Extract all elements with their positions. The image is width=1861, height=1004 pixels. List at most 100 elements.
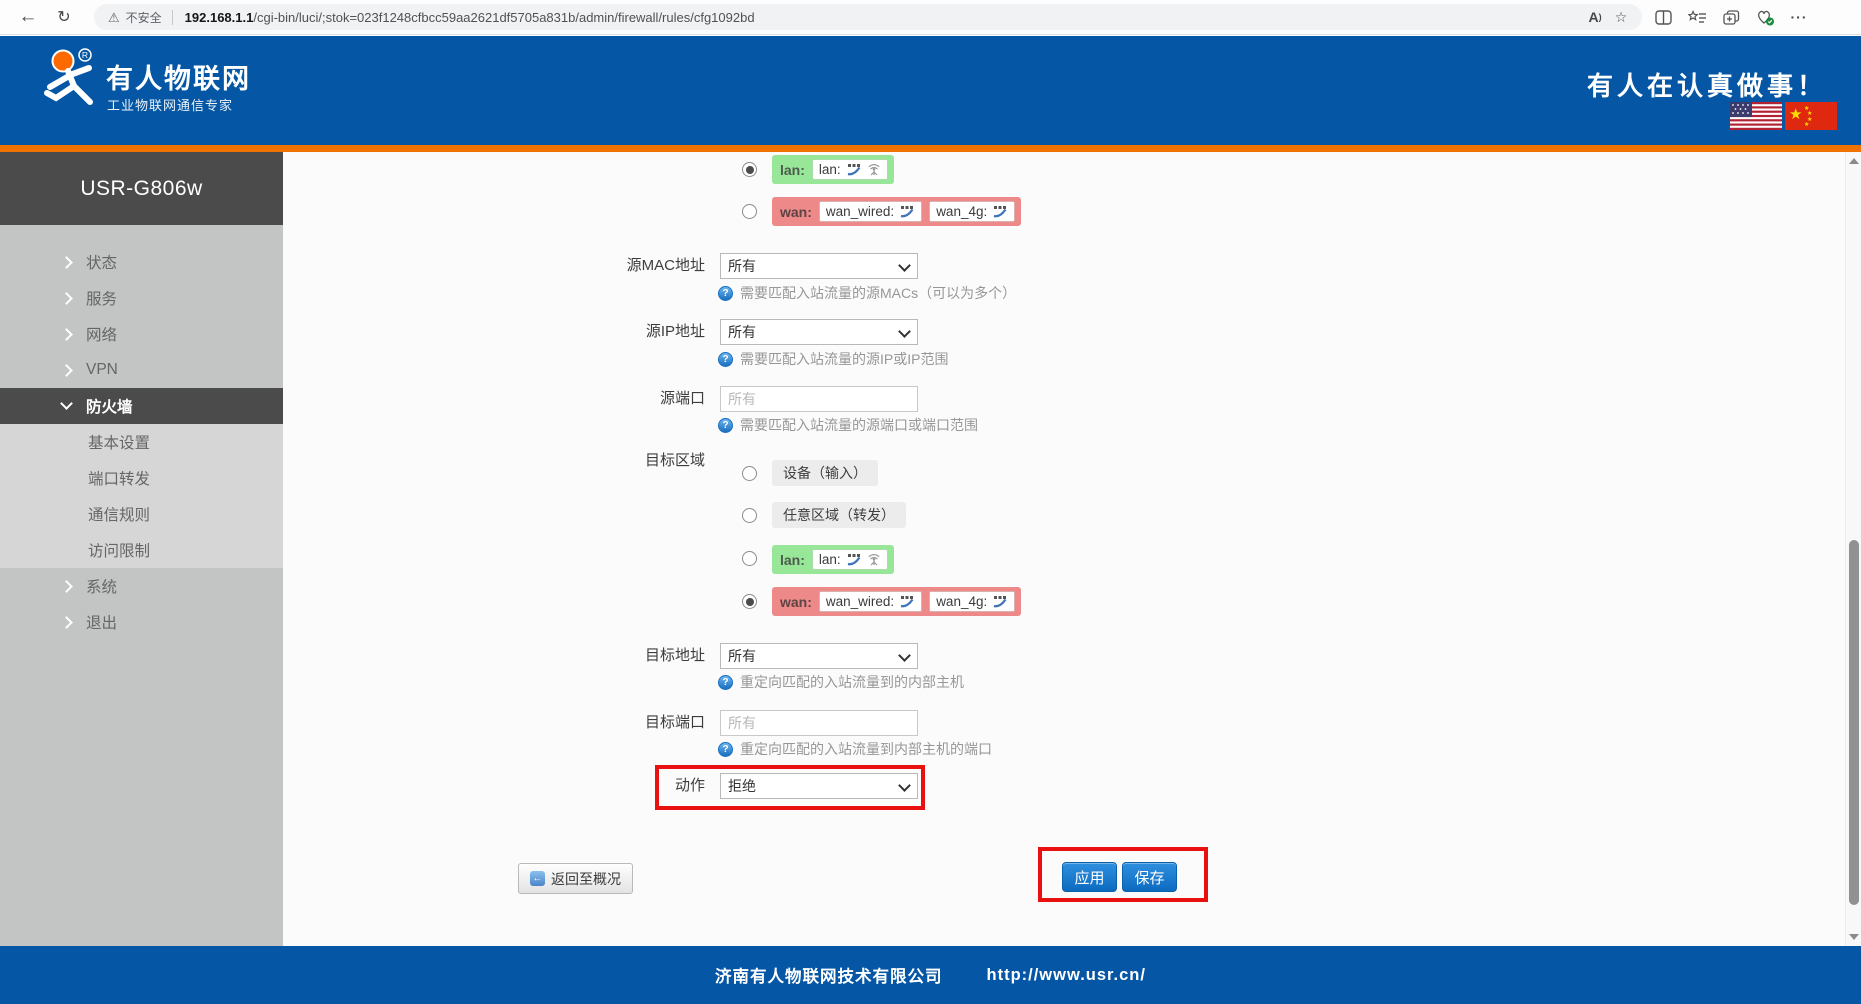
save-button[interactable]: 保存: [1122, 862, 1177, 892]
sidebar-item-access-restriction[interactable]: 访问限制: [0, 532, 283, 568]
sidebar-item-logout[interactable]: 退出: [0, 604, 283, 640]
not-secure-label[interactable]: 不安全: [126, 9, 162, 26]
zone-name: wan:: [780, 203, 812, 220]
sidebar-item-basic-settings[interactable]: 基本设置: [0, 424, 283, 460]
back-to-overview-button[interactable]: ← 返回至概况: [518, 863, 633, 894]
sidebar-item-services[interactable]: 服务: [0, 280, 283, 316]
sidebar-item-firewall[interactable]: 防火墙: [0, 388, 283, 424]
url-text[interactable]: 192.168.1.1/cgi-bin/luci/;stok=023f1248c…: [185, 10, 1582, 25]
src-ip-label: 源IP地址: [645, 323, 705, 340]
split-screen-icon[interactable]: [1652, 4, 1674, 30]
network-box-lan: lan:: [811, 159, 888, 180]
source-zone-wan-tag: wan: wan_wired: wan_4g:: [772, 197, 1022, 226]
language-flags: ★ ★ ★ ★ ★: [1730, 102, 1837, 130]
brand-title: 有人物联网: [106, 64, 251, 94]
usr-logo-icon: R: [44, 48, 93, 105]
ethernet-icon: [900, 206, 914, 218]
dest-zone-lan-radio[interactable]: [742, 551, 757, 566]
favorite-star-icon[interactable]: ☆: [1608, 4, 1634, 30]
src-ip-select[interactable]: 所有: [720, 319, 918, 345]
dest-zone-wan-radio[interactable]: [742, 594, 757, 609]
dest-zone-lan-tag: lan: lan:: [772, 545, 894, 574]
network-box-wan-4g: wan_4g:: [929, 591, 1016, 612]
read-aloud-icon[interactable]: A): [1582, 4, 1608, 30]
scroll-up-icon[interactable]: [1849, 158, 1859, 164]
back-arrow-icon: ←: [530, 871, 545, 886]
url-host: 192.168.1.1: [184, 9, 254, 25]
help-icon: ?: [718, 285, 733, 301]
dest-zone-label: 目标区域: [644, 452, 705, 469]
source-zone-wan-radio[interactable]: [742, 204, 757, 219]
accent-divider: [0, 145, 1861, 152]
network-box-wan-wired: wan_wired:: [818, 591, 923, 612]
chevron-down-icon: [60, 397, 73, 410]
ethernet-icon: [847, 554, 861, 566]
browser-toolbar: ← ↻ ⚠ 不安全 192.168.1.1/cgi-bin/luci/;stok…: [0, 0, 1861, 35]
src-port-input[interactable]: [720, 386, 918, 412]
footer-company: 济南有人物联网技术有限公司: [715, 968, 943, 986]
address-divider: [171, 9, 173, 25]
sidebar: USR-G806w 状态 服务 网络 VPN 防火墙 基本设置 端口转发 通信规…: [0, 152, 283, 946]
help-icon: ?: [718, 674, 733, 690]
action-select[interactable]: 拒绝: [720, 773, 918, 799]
site-header: R 有人物联网 工业物联网通信专家 有人在认真做事！ ★ ★ ★ ★ ★: [0, 36, 1861, 145]
help-icon: ?: [718, 741, 733, 757]
device-name: USR-G806w: [0, 152, 283, 225]
svg-text:★: ★: [1807, 110, 1812, 117]
sidebar-item-port-forwarding[interactable]: 端口转发: [0, 460, 283, 496]
not-secure-warning-icon: ⚠: [108, 9, 120, 25]
footer-website-link[interactable]: http://www.usr.cn/: [987, 966, 1146, 985]
browser-back-icon[interactable]: ←: [14, 4, 42, 30]
apply-button[interactable]: 应用: [1062, 862, 1117, 892]
page-scrollbar[interactable]: [1845, 152, 1861, 946]
sidebar-item-status[interactable]: 状态: [0, 244, 283, 280]
browser-menu-icon[interactable]: ···: [1788, 4, 1810, 30]
favorites-bar-icon[interactable]: [1686, 4, 1708, 30]
chevron-right-icon: [60, 255, 73, 269]
collections-icon[interactable]: [1720, 4, 1742, 30]
help-icon: ?: [718, 417, 733, 433]
dest-ip-label: 目标地址: [644, 647, 705, 664]
ethernet-icon: [993, 596, 1007, 608]
scroll-down-icon[interactable]: [1849, 934, 1859, 940]
src-port-help: ? 需要匹配入站流量的源端口或端口范围: [718, 417, 978, 433]
header-slogan: 有人在认真做事！: [1586, 71, 1827, 101]
dest-zone-device-radio[interactable]: [742, 466, 757, 481]
zone-name: wan:: [780, 593, 812, 610]
zone-name: lan:: [780, 551, 805, 568]
ethernet-icon: [900, 596, 914, 608]
us-flag-icon[interactable]: [1730, 102, 1782, 130]
network-box-lan: lan:: [811, 549, 888, 570]
wifi-icon: [868, 554, 880, 566]
src-port-label: 源端口: [659, 390, 705, 407]
network-box-wan-wired: wan_wired:: [818, 201, 923, 222]
source-zone-lan-tag: lan: lan:: [772, 155, 894, 184]
screen: ← ↻ ⚠ 不安全 192.168.1.1/cgi-bin/luci/;stok…: [0, 0, 1861, 1004]
sidebar-item-system[interactable]: 系统: [0, 568, 283, 604]
dest-port-input[interactable]: [720, 710, 918, 736]
action-select-wrap: 拒绝: [720, 773, 918, 799]
svg-text:★: ★: [1804, 121, 1809, 128]
sidebar-item-traffic-rules[interactable]: 通信规则: [0, 496, 283, 532]
src-mac-help: ? 需要匹配入站流量的源MACs（可以为多个）: [718, 285, 1016, 301]
src-ip-select-wrap: 所有: [720, 319, 918, 345]
dest-zone-wan-tag: wan: wan_wired: wan_4g:: [772, 587, 1022, 616]
src-mac-select[interactable]: 所有: [720, 253, 918, 279]
source-zone-lan-radio[interactable]: [742, 162, 757, 177]
scrollbar-thumb[interactable]: [1849, 540, 1859, 905]
address-bar[interactable]: ⚠ 不安全 192.168.1.1/cgi-bin/luci/;stok=023…: [94, 4, 1642, 30]
dest-ip-select[interactable]: 所有: [720, 643, 918, 669]
sidebar-item-network[interactable]: 网络: [0, 316, 283, 352]
help-icon: ?: [718, 351, 733, 367]
browser-reload-icon[interactable]: ↻: [50, 4, 78, 30]
wifi-icon: [868, 164, 880, 176]
browser-essentials-icon[interactable]: [1754, 4, 1776, 30]
ethernet-icon: [993, 206, 1007, 218]
cn-flag-icon[interactable]: ★ ★ ★ ★ ★: [1785, 102, 1837, 130]
svg-text:★: ★: [1789, 106, 1802, 123]
dest-zone-any-radio[interactable]: [742, 508, 757, 523]
sidebar-item-vpn[interactable]: VPN: [0, 352, 283, 388]
action-label: 动作: [674, 777, 705, 794]
src-ip-help: ? 需要匹配入站流量的源IP或IP范围: [718, 351, 948, 367]
dest-port-label: 目标端口: [644, 714, 705, 731]
